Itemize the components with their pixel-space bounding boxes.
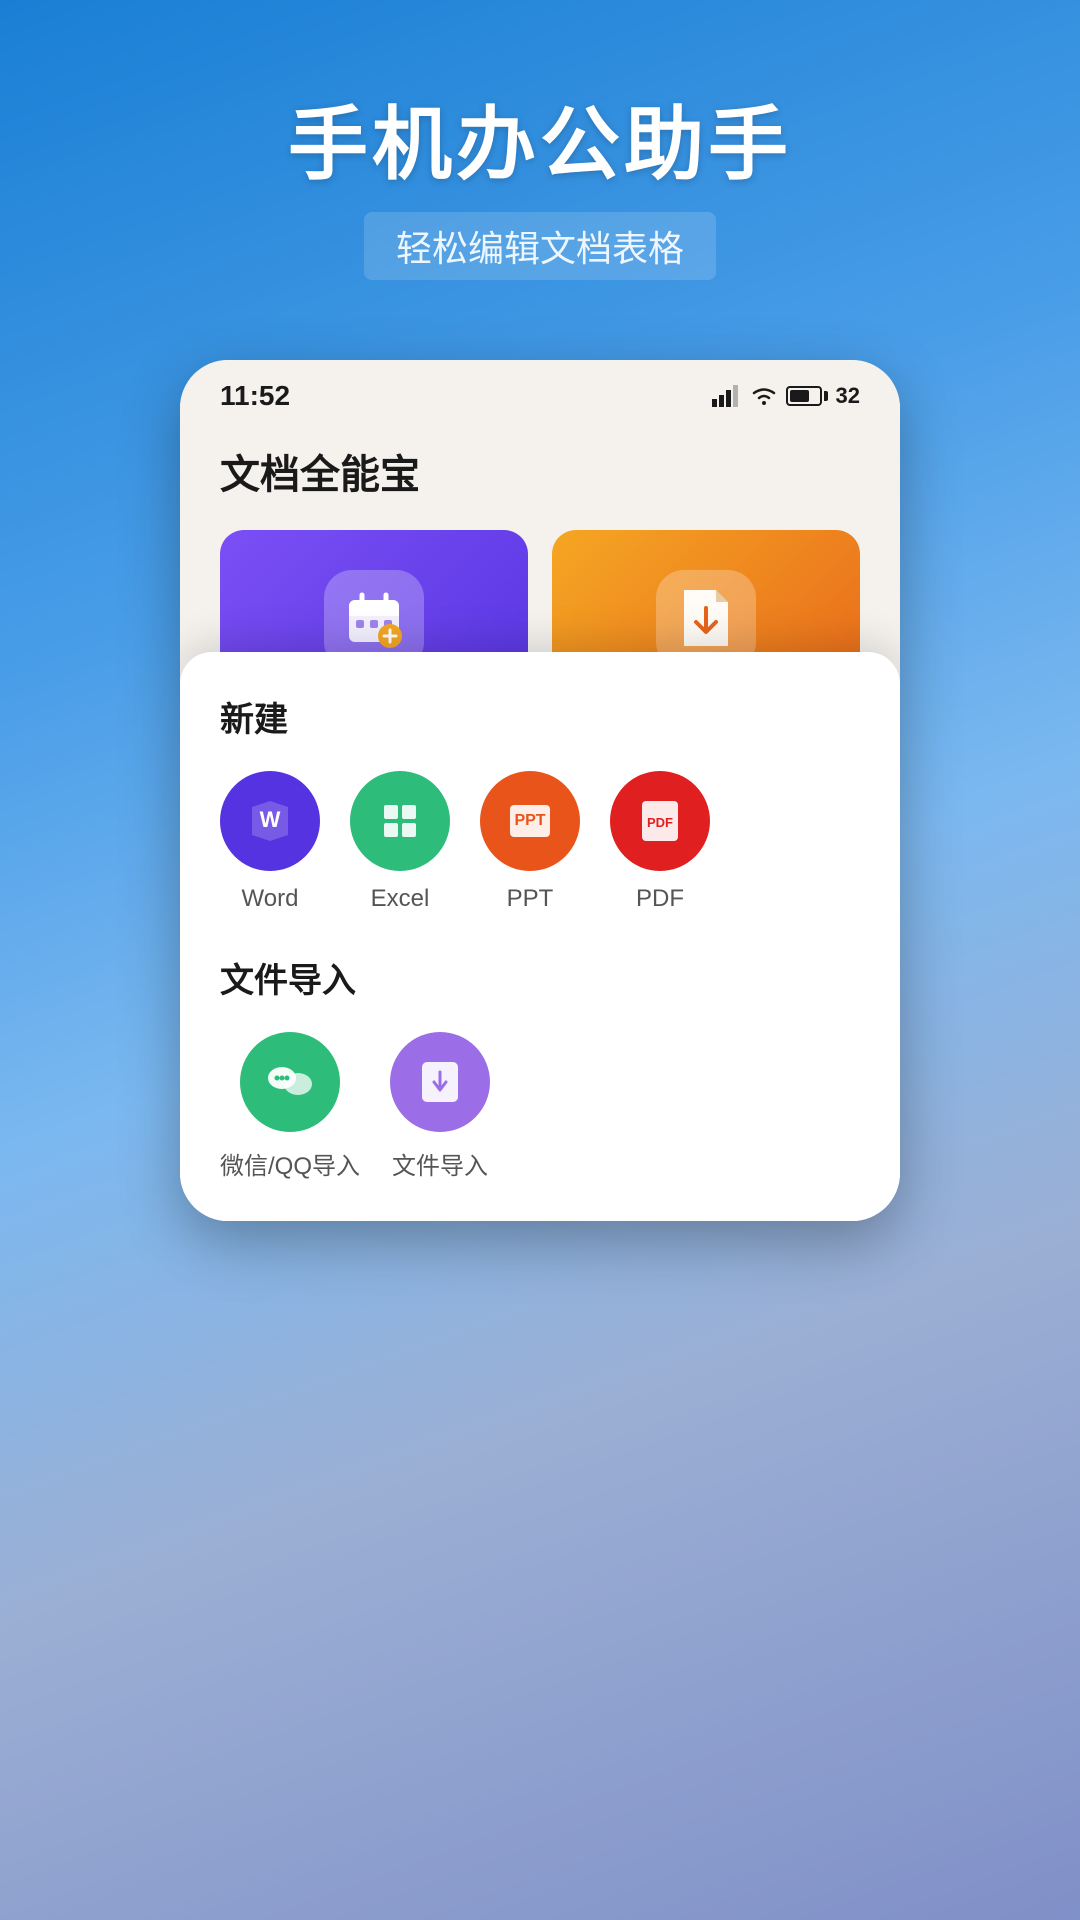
- popup-import-section: 文件导入: [220, 953, 860, 1181]
- popup-file-import[interactable]: 文件导入: [390, 1032, 490, 1181]
- file-import-label: 文件导入: [392, 1146, 488, 1181]
- popup-new-icons: W Word: [220, 771, 860, 913]
- word-icon-circle: W: [220, 771, 320, 871]
- popup-ppt[interactable]: PPT PPT: [480, 771, 580, 913]
- svg-text:PPT: PPT: [514, 812, 545, 829]
- pdf-create-icon: PDF: [632, 793, 688, 849]
- excel-icon: [372, 793, 428, 849]
- popup-excel[interactable]: Excel: [350, 771, 450, 913]
- popup-overlay: 新建 W Word: [180, 652, 900, 1221]
- file-import-icon: [412, 1054, 468, 1110]
- wechat-label: 微信/QQ导入: [220, 1146, 360, 1181]
- popup-new-section: 新建 W Word: [220, 692, 860, 913]
- app-title: 文档全能宝: [180, 422, 900, 530]
- battery-level: 32: [836, 383, 860, 409]
- excel-label: Excel: [371, 885, 430, 913]
- pdf-label: PDF: [636, 885, 684, 913]
- svg-text:PDF: PDF: [647, 815, 673, 830]
- import-file-icon: [676, 586, 736, 654]
- wechat-icon-circle: [240, 1032, 340, 1132]
- svg-text:W: W: [260, 807, 281, 832]
- ppt-create-icon: PPT: [502, 793, 558, 849]
- wifi-icon: [750, 385, 778, 407]
- status-bar: 11:52: [180, 360, 900, 422]
- word-icon: W: [242, 793, 298, 849]
- status-icons: 32: [712, 383, 860, 409]
- pdf-icon-circle: PDF: [610, 771, 710, 871]
- app-main-title: 手机办公助手: [40, 80, 1040, 196]
- status-time: 11:52: [220, 380, 290, 412]
- ppt-label: PPT: [507, 885, 554, 913]
- new-doc-icon: [344, 590, 404, 650]
- ppt-icon-circle: PPT: [480, 771, 580, 871]
- word-label: Word: [242, 885, 299, 913]
- popup-pdf[interactable]: PDF PDF: [610, 771, 710, 913]
- popup-word[interactable]: W Word: [220, 771, 320, 913]
- signal-icon: [712, 385, 742, 407]
- app-subtitle: 轻松编辑文档表格: [364, 212, 716, 280]
- popup-import-icons: 微信/QQ导入 文件导入: [220, 1032, 860, 1181]
- wechat-icon: [260, 1052, 320, 1112]
- popup-new-title: 新建: [220, 692, 860, 741]
- file-import-icon-circle: [390, 1032, 490, 1132]
- battery-icon: [786, 386, 828, 406]
- popup-wechat[interactable]: 微信/QQ导入: [220, 1032, 360, 1181]
- excel-icon-circle: [350, 771, 450, 871]
- popup-import-title: 文件导入: [220, 953, 860, 1002]
- phone-mockup: 11:52: [180, 360, 900, 1221]
- header-section: 手机办公助手 轻松编辑文档表格: [0, 0, 1080, 320]
